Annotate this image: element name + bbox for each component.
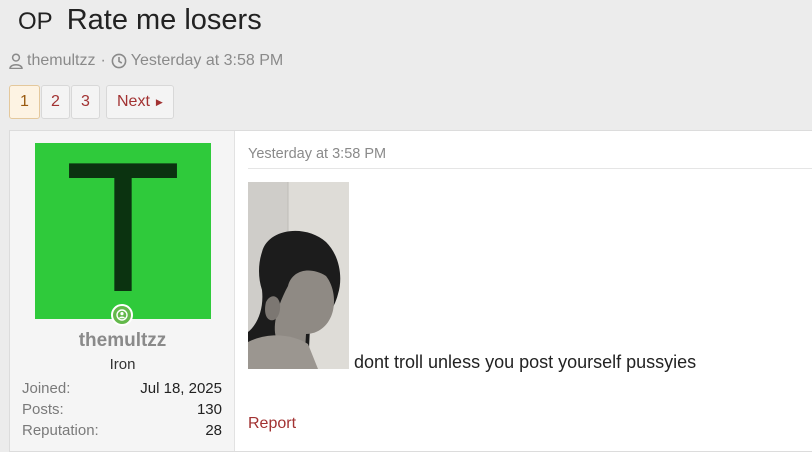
post-message-text: dont troll unless you post yourself puss…: [354, 352, 697, 372]
stat-value: 28: [205, 422, 222, 439]
post-username[interactable]: themultzz: [10, 330, 235, 352]
divider: [248, 168, 812, 169]
thread-title: Rate me losers: [66, 4, 262, 36]
page-2-button[interactable]: 2: [41, 85, 70, 119]
thread-date[interactable]: Yesterday at 3:58 PM: [131, 52, 283, 70]
thread-meta: themultzz · Yesterday at 3:58 PM: [9, 52, 283, 70]
thread-header: OP Rate me losers: [18, 4, 262, 44]
page-3-button[interactable]: 3: [71, 85, 100, 119]
stat-reputation: Reputation: 28: [22, 422, 222, 443]
thread-prefix[interactable]: OP: [18, 8, 53, 36]
attached-photo[interactable]: [248, 182, 349, 369]
post-user-column: T themultzz Iron Joined: Jul 18, 2025 Po…: [10, 131, 235, 451]
clock-icon: [111, 53, 127, 69]
stat-value: Jul 18, 2025: [140, 380, 222, 397]
stat-joined: Joined: Jul 18, 2025: [22, 380, 222, 401]
pagination: 1 2 3 Next ▶: [9, 85, 174, 119]
page-1-button[interactable]: 1: [9, 85, 40, 119]
report-link[interactable]: Report: [248, 415, 296, 433]
meta-separator: ·: [100, 52, 106, 69]
user-icon: [9, 53, 23, 69]
caret-right-icon: ▶: [155, 96, 163, 107]
stat-label: Reputation:: [22, 422, 99, 439]
stat-label: Joined:: [22, 380, 71, 397]
user-rank: Iron: [109, 356, 136, 373]
online-status-icon: [111, 304, 133, 326]
thread-author-link[interactable]: themultzz: [27, 52, 95, 70]
post-date[interactable]: Yesterday at 3:58 PM: [248, 146, 386, 162]
avatar-letter: T: [69, 129, 177, 333]
stat-label: Posts:: [22, 401, 64, 418]
next-label: Next: [117, 93, 150, 110]
avatar[interactable]: T: [35, 143, 211, 319]
next-page-button[interactable]: Next ▶: [106, 85, 174, 119]
stat-posts: Posts: 130: [22, 401, 222, 422]
post-message-column: Yesterday at 3:58 PM dont troll unless y…: [235, 131, 812, 451]
stat-value: 130: [196, 401, 222, 418]
post-container: T themultzz Iron Joined: Jul 18, 2025 Po…: [9, 130, 812, 452]
user-stats: Joined: Jul 18, 2025 Posts: 130 Reputati…: [22, 380, 222, 443]
